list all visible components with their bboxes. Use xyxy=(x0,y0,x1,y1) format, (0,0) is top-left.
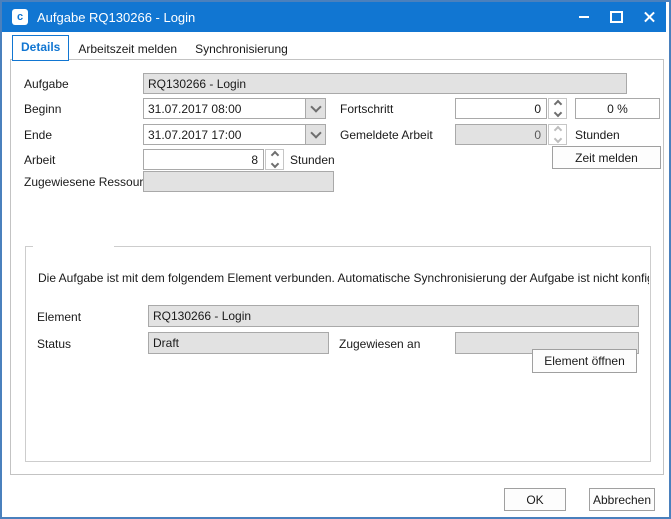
groupbox-legend-gap xyxy=(33,245,114,248)
ende-dropdown-button[interactable] xyxy=(305,125,325,144)
ende-value: 31.07.2017 17:00 xyxy=(144,125,305,144)
gemeldete-arbeit-value: 0 xyxy=(455,124,547,145)
sync-info-text: Die Aufgabe ist mit dem folgendem Elemen… xyxy=(38,271,649,285)
titlebar: c Aufgabe RQ130266 - Login xyxy=(2,2,666,32)
element-oeffnen-button[interactable]: Element öffnen xyxy=(532,349,637,373)
dialog-window: c Aufgabe RQ130266 - Login Details Arbei… xyxy=(0,0,671,519)
arbeit-spinner[interactable]: 8 xyxy=(143,149,284,170)
ende-label: Ende xyxy=(24,128,52,142)
beginn-value: 31.07.2017 08:00 xyxy=(144,99,305,118)
beginn-combobox[interactable]: 31.07.2017 08:00 xyxy=(143,98,326,119)
fortschritt-spinner[interactable]: 0 xyxy=(455,98,567,119)
tab-arbeitszeit-melden[interactable]: Arbeitszeit melden xyxy=(69,38,186,61)
beginn-label: Beginn xyxy=(24,102,61,116)
fortschritt-value[interactable]: 0 xyxy=(455,98,547,119)
arbeit-spin-buttons[interactable] xyxy=(265,149,284,170)
chevron-down-icon xyxy=(310,127,321,138)
beginn-dropdown-button[interactable] xyxy=(305,99,325,118)
ok-button[interactable]: OK xyxy=(504,488,566,511)
spinner-up-icon xyxy=(270,151,278,159)
status-field: Draft xyxy=(148,332,329,354)
status-label: Status xyxy=(37,337,71,351)
spinner-down-icon xyxy=(553,109,561,117)
close-icon xyxy=(643,11,656,24)
fortschritt-percent-display: 0 % xyxy=(575,98,660,119)
maximize-icon xyxy=(610,11,623,23)
arbeit-value[interactable]: 8 xyxy=(143,149,264,170)
ressource-label: Zugewiesene Ressource xyxy=(24,175,156,189)
arbeit-unit-label: Stunden xyxy=(290,153,335,167)
zeit-melden-button[interactable]: Zeit melden xyxy=(552,146,661,169)
tab-strip: Details Arbeitszeit melden Synchronisier… xyxy=(12,35,297,61)
element-field: RQ130266 - Login xyxy=(148,305,639,327)
app-icon: c xyxy=(12,9,28,25)
gemeldete-arbeit-label: Gemeldete Arbeit xyxy=(340,128,433,142)
minimize-button[interactable] xyxy=(567,2,600,32)
cancel-button[interactable]: Abbrechen xyxy=(589,488,655,511)
spinner-down-icon xyxy=(270,160,278,168)
chevron-down-icon xyxy=(310,101,321,112)
tab-details[interactable]: Details xyxy=(12,35,69,61)
fortschritt-spin-buttons[interactable] xyxy=(548,98,567,119)
gemeldete-arbeit-spinner: 0 xyxy=(455,124,567,145)
window-title: Aufgabe RQ130266 - Login xyxy=(37,10,195,25)
spinner-up-icon xyxy=(553,100,561,108)
maximize-button[interactable] xyxy=(600,2,633,32)
spinner-up-icon xyxy=(553,126,561,134)
zugewiesen-an-label: Zugewiesen an xyxy=(339,337,420,351)
aufgabe-field: RQ130266 - Login xyxy=(143,73,627,94)
tab-synchronisierung[interactable]: Synchronisierung xyxy=(186,38,297,61)
ressource-field xyxy=(143,171,334,192)
arbeit-label: Arbeit xyxy=(24,153,55,167)
ende-combobox[interactable]: 31.07.2017 17:00 xyxy=(143,124,326,145)
gemeldete-arbeit-unit-label: Stunden xyxy=(575,128,620,142)
gemeldete-arbeit-spin-buttons xyxy=(548,124,567,145)
minimize-icon xyxy=(579,16,589,18)
spinner-down-icon xyxy=(553,135,561,143)
aufgabe-label: Aufgabe xyxy=(24,77,69,91)
window-controls xyxy=(567,2,666,32)
close-button[interactable] xyxy=(633,2,666,32)
element-label: Element xyxy=(37,310,81,324)
fortschritt-label: Fortschritt xyxy=(340,102,393,116)
